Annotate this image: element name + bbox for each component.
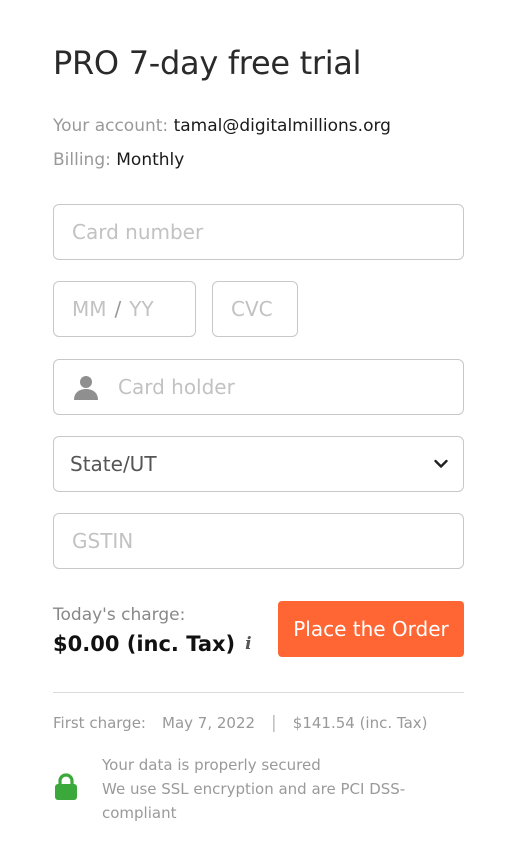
expiry-year: YY [129,297,154,321]
billing-label: Billing: [53,150,111,170]
chevron-down-icon [434,459,448,468]
account-email: tamal@digitalmillions.org [173,116,391,136]
first-charge-label: First charge: [53,714,146,732]
first-charge-separator: | [271,713,277,733]
account-label: Your account: [53,116,169,136]
checkout-page: PRO 7-day free trial Your account: tamal… [0,0,513,855]
expiry-separator: / [114,297,122,321]
place-order-button[interactable]: Place the Order [278,601,464,657]
gstin-input[interactable] [72,529,463,553]
cvc-input[interactable] [231,297,297,321]
state-select[interactable]: State/UT [53,436,464,492]
lock-icon [55,773,77,800]
today-charge-label: Today's charge: [53,605,186,625]
security-line-1: Your data is properly secured [102,756,321,774]
billing-line: Billing: Monthly [53,150,184,170]
card-holder-input[interactable] [118,375,463,399]
gstin-field[interactable] [53,513,464,569]
divider [53,692,464,693]
expiry-placeholder: MM / YY [72,297,195,321]
first-charge-amount: $141.54 (inc. Tax) [292,714,428,732]
cvc-field[interactable] [212,281,298,337]
card-number-field[interactable] [53,204,464,260]
card-holder-field[interactable] [53,359,464,415]
first-charge-line: First charge: May 7, 2022 | $141.54 (inc… [53,713,428,733]
security-line-2: We use SSL encryption and are PCI DSS-co… [102,780,406,822]
info-icon[interactable]: i [245,634,251,654]
account-line: Your account: tamal@digitalmillions.org [53,116,391,136]
user-icon [74,376,98,400]
today-charge-amount: $0.00 (inc. Tax) i [53,632,252,656]
state-selected-value: State/UT [70,452,157,476]
security-note: Your data is properly secured We use SSL… [102,753,442,825]
page-title: PRO 7-day free trial [53,44,362,82]
billing-value: Monthly [116,150,185,170]
expiry-field[interactable]: MM / YY [53,281,196,337]
expiry-month: MM [72,297,107,321]
first-charge-date: May 7, 2022 [162,714,256,732]
card-number-input[interactable] [72,220,463,244]
charge-amount-text: $0.00 (inc. Tax) [53,632,236,656]
